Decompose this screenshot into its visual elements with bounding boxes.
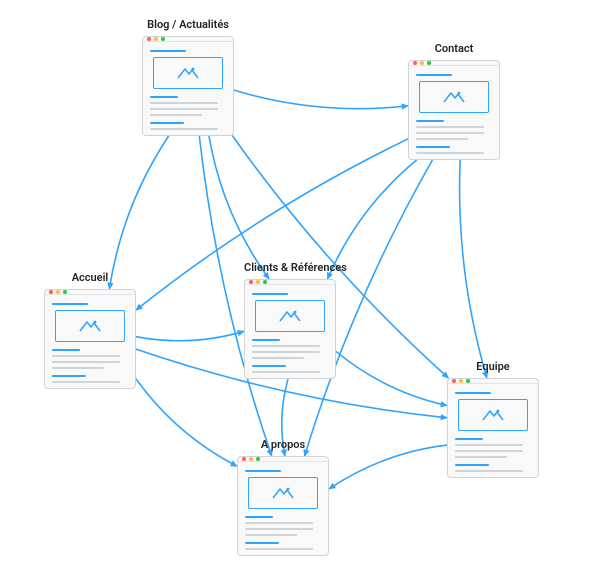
- node-label-equipe: Equipe: [447, 360, 539, 373]
- text-line-icon: [150, 114, 202, 116]
- subheading-line-icon: [150, 96, 178, 98]
- heading-line-icon: [416, 74, 452, 76]
- text-line-icon: [252, 371, 320, 373]
- link-blog-accueil: [109, 136, 168, 289]
- text-line-icon: [245, 522, 313, 524]
- text-line-icon: [455, 444, 523, 446]
- close-dot-icon: [413, 61, 417, 65]
- link-clients-equipe: [336, 351, 447, 405]
- sitemap-diagram: Blog / Actualités Contact Accueil Clients &…: [0, 0, 600, 577]
- wireframe-apropos: [237, 456, 329, 556]
- text-line-icon: [245, 548, 313, 550]
- node-apropos: A propos: [237, 438, 329, 556]
- text-line-icon: [416, 132, 484, 134]
- heading-line-icon: [150, 50, 186, 52]
- text-line-icon: [455, 470, 523, 472]
- max-dot-icon: [427, 61, 431, 65]
- wireframe-equipe: [447, 378, 539, 478]
- image-placeholder-icon: [458, 399, 528, 431]
- text-line-icon: [150, 128, 218, 130]
- subheading-line-icon: [252, 365, 286, 367]
- link-equipe-apropos: [329, 445, 447, 489]
- heading-line-icon: [455, 392, 491, 394]
- close-dot-icon: [452, 379, 456, 383]
- subheading-line-icon: [52, 349, 80, 351]
- link-accueil-apropos: [136, 379, 237, 466]
- heading-line-icon: [52, 303, 88, 305]
- min-dot-icon: [249, 457, 253, 461]
- wireframe-body-icon: [409, 66, 499, 161]
- wireframe-body-icon: [45, 295, 135, 390]
- close-dot-icon: [249, 280, 253, 284]
- text-line-icon: [245, 534, 297, 536]
- text-line-icon: [416, 138, 468, 140]
- image-placeholder-icon: [153, 57, 223, 89]
- subheading-line-icon: [150, 122, 184, 124]
- max-dot-icon: [466, 379, 470, 383]
- node-label-accueil: Accueil: [44, 271, 136, 284]
- node-accueil: Accueil: [44, 271, 136, 389]
- min-dot-icon: [56, 290, 60, 294]
- link-blog-contact: [234, 90, 408, 109]
- min-dot-icon: [154, 37, 158, 41]
- node-contact: Contact: [408, 42, 500, 160]
- subheading-line-icon: [455, 464, 489, 466]
- close-dot-icon: [147, 37, 151, 41]
- node-label-contact: Contact: [408, 42, 500, 55]
- node-blog: Blog / Actualités: [142, 18, 234, 136]
- wireframe-body-icon: [448, 384, 538, 479]
- text-line-icon: [52, 355, 120, 357]
- image-placeholder-icon: [255, 300, 325, 332]
- wireframe-body-icon: [143, 42, 233, 137]
- node-clients: Clients & Références: [244, 261, 336, 379]
- text-line-icon: [52, 361, 120, 363]
- subheading-line-icon: [416, 146, 450, 148]
- text-line-icon: [416, 152, 484, 154]
- max-dot-icon: [256, 457, 260, 461]
- text-line-icon: [252, 351, 320, 353]
- node-label-clients: Clients & Références: [244, 261, 336, 274]
- close-dot-icon: [49, 290, 53, 294]
- image-placeholder-icon: [55, 310, 125, 342]
- wireframe-contact: [408, 60, 500, 160]
- text-line-icon: [150, 108, 218, 110]
- subheading-line-icon: [455, 438, 483, 440]
- subheading-line-icon: [52, 375, 86, 377]
- text-line-icon: [455, 450, 523, 452]
- subheading-line-icon: [245, 516, 273, 518]
- text-line-icon: [245, 528, 313, 530]
- wireframe-blog: [142, 36, 234, 136]
- max-dot-icon: [263, 280, 267, 284]
- text-line-icon: [52, 367, 104, 369]
- text-line-icon: [416, 126, 484, 128]
- max-dot-icon: [161, 37, 165, 41]
- link-contact-equipe: [460, 160, 487, 378]
- close-dot-icon: [242, 457, 246, 461]
- wireframe-clients: [244, 279, 336, 379]
- heading-line-icon: [245, 470, 281, 472]
- wireframe-body-icon: [238, 462, 328, 557]
- text-line-icon: [455, 456, 507, 458]
- min-dot-icon: [459, 379, 463, 383]
- text-line-icon: [252, 345, 320, 347]
- heading-line-icon: [252, 293, 288, 295]
- text-line-icon: [52, 381, 120, 383]
- max-dot-icon: [63, 290, 67, 294]
- subheading-line-icon: [416, 120, 444, 122]
- min-dot-icon: [256, 280, 260, 284]
- wireframe-accueil: [44, 289, 136, 389]
- subheading-line-icon: [245, 542, 279, 544]
- image-placeholder-icon: [248, 477, 318, 509]
- wireframe-body-icon: [245, 285, 335, 380]
- image-placeholder-icon: [419, 81, 489, 113]
- text-line-icon: [252, 357, 304, 359]
- link-accueil-clients: [136, 331, 244, 340]
- link-blog-clients: [209, 136, 269, 279]
- node-label-blog: Blog / Actualités: [142, 18, 234, 31]
- subheading-line-icon: [252, 339, 280, 341]
- node-equipe: Equipe: [447, 360, 539, 478]
- node-label-apropos: A propos: [237, 438, 329, 451]
- min-dot-icon: [420, 61, 424, 65]
- text-line-icon: [150, 102, 218, 104]
